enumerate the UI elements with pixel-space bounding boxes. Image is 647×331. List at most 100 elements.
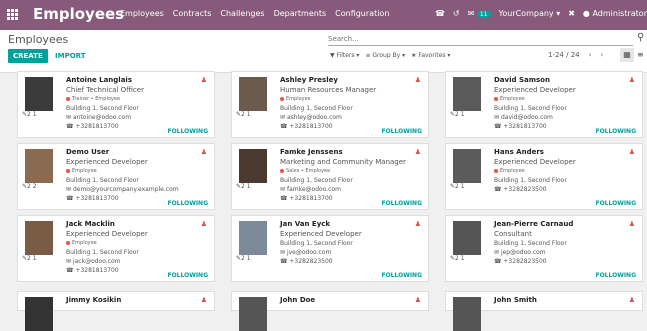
user-avatar-icon: ● xyxy=(582,9,590,18)
search-icon[interactable]: ⚲ xyxy=(637,32,644,43)
favorites-dropdown[interactable]: ★ Favorites ▾ xyxy=(411,52,450,59)
employee-photo[interactable] xyxy=(453,221,481,255)
employee-name[interactable]: Famke Jenssens xyxy=(280,148,420,157)
employee-photo[interactable] xyxy=(239,297,267,331)
menu-contracts[interactable]: Contracts xyxy=(173,9,212,18)
employee-photo[interactable] xyxy=(453,297,481,331)
employee-photo[interactable] xyxy=(25,221,53,255)
employee-email: ✉ david@odoo.com xyxy=(494,113,634,122)
phone-icon[interactable]: ☎ xyxy=(435,9,445,18)
following-button[interactable]: FOLLOWING xyxy=(381,200,422,207)
employee-photo[interactable] xyxy=(453,149,481,183)
following-button[interactable]: FOLLOWING xyxy=(167,272,208,279)
employee-info: Demo User Experienced Developer Employee Bu… xyxy=(66,148,206,203)
systray: ☎ ↺ ✉ 11 YourCompany ▾ ✖ ● Administrator xyxy=(435,9,647,18)
employee-card[interactable]: ♟ Jean-Pierre Carnaud Consultant Building 1… xyxy=(445,215,643,282)
groupby-dropdown[interactable]: ≡ Group By ▾ xyxy=(365,52,405,59)
employee-card[interactable]: ♟ Ashley Presley Human Resources Manager Em… xyxy=(231,71,429,138)
employee-photo[interactable] xyxy=(239,77,267,111)
phone-icon: ☎ xyxy=(280,123,288,130)
employee-name[interactable]: Jan Van Eyck xyxy=(280,220,420,229)
employee-card[interactable]: ♟ David Samson Experienced Developer Employ… xyxy=(445,71,643,138)
employee-phone-text: +3281813700 xyxy=(289,195,333,202)
employee-email: ✉ jep@odoo.com xyxy=(494,248,634,257)
employee-photo[interactable] xyxy=(25,149,53,183)
employee-card[interactable]: ♟ Demo User Experienced Developer Employee B… xyxy=(17,143,215,210)
menu-configuration[interactable]: Configuration xyxy=(335,9,389,18)
following-button[interactable]: FOLLOWING xyxy=(595,272,636,279)
phone-icon: ☎ xyxy=(494,123,502,130)
following-button[interactable]: FOLLOWING xyxy=(595,200,636,207)
app-grid-icon[interactable] xyxy=(7,9,18,20)
message-counters: ✎2 1 xyxy=(450,111,465,118)
counters-text: 2 2 xyxy=(27,183,37,190)
employee-name[interactable]: David Samson xyxy=(494,76,634,85)
message-counters: ✎2 2 xyxy=(22,183,37,190)
employee-photo[interactable] xyxy=(239,221,267,255)
employee-job-title: Chief Technical Officer xyxy=(66,86,144,94)
employee-card[interactable]: ♟ Jimmy Kosikin xyxy=(17,291,215,331)
following-button[interactable]: FOLLOWING xyxy=(381,128,422,135)
following-button[interactable]: FOLLOWING xyxy=(595,128,636,135)
employee-photo[interactable] xyxy=(25,297,53,331)
email-icon: ✉ xyxy=(280,249,286,256)
chat-icon[interactable]: ✉ 11 xyxy=(468,9,491,18)
employee-email: ✉ demo@yourcompany.example.com xyxy=(66,185,206,194)
employee-name[interactable]: Demo User xyxy=(66,148,206,157)
employee-name[interactable]: Ashley Presley xyxy=(280,76,420,85)
employee-email-text: demo@yourcompany.example.com xyxy=(72,186,179,193)
email-icon: ✉ xyxy=(494,114,500,121)
employee-card[interactable]: ♟ John Smith xyxy=(445,291,643,331)
employee-name[interactable]: Antoine Langlais xyxy=(66,76,206,85)
employee-photo[interactable] xyxy=(25,77,53,111)
menu-departments[interactable]: Departments xyxy=(274,9,327,18)
following-button[interactable]: FOLLOWING xyxy=(381,272,422,279)
user-menu[interactable]: ● Administrator xyxy=(583,9,647,18)
employee-card[interactable]: ♟ Famke Jenssens Marketing and Community M… xyxy=(231,143,429,210)
employee-name[interactable]: Jack Macklin xyxy=(66,220,206,229)
employee-card[interactable]: ♟ Antoine Langlais Chief Technical Officer… xyxy=(17,71,215,138)
menu-challenges[interactable]: Challenges xyxy=(220,9,264,18)
employee-card[interactable]: ♟ John Doe xyxy=(231,291,429,331)
following-button[interactable]: FOLLOWING xyxy=(167,200,208,207)
phone-icon: ☎ xyxy=(280,258,288,265)
filters-dropdown[interactable]: ▼ Filters ▾ xyxy=(330,52,359,59)
employee-tags: Employee xyxy=(280,95,420,104)
employee-tags-text: Employee xyxy=(500,168,525,174)
employee-photo[interactable] xyxy=(453,77,481,111)
employee-email-text: antoine@odoo.com xyxy=(72,114,132,121)
pager-previous-icon[interactable]: ‹ xyxy=(589,51,592,59)
employee-photo[interactable] xyxy=(239,149,267,183)
pager-value[interactable]: 1-24 / 24 xyxy=(548,51,580,59)
employee-email: ✉ jve@odoo.com xyxy=(280,248,420,257)
company-switcher[interactable]: YourCompany ▾ xyxy=(499,9,561,18)
employee-info: Famke Jenssens Marketing and Community Ma… xyxy=(280,148,420,203)
employee-card[interactable]: ♟ Jack Macklin Experienced Developer Employ… xyxy=(17,215,215,282)
employee-name[interactable]: Hans Anders xyxy=(494,148,634,157)
employee-tags-text: Employee xyxy=(500,96,525,102)
search-input[interactable] xyxy=(328,33,633,46)
tag-color-dot xyxy=(494,96,498,101)
employee-card[interactable]: ♟ Jan Van Eyck Experienced Developer Buildi… xyxy=(231,215,429,282)
tag-color-dot xyxy=(66,96,70,101)
employee-location: Building 1, Second Floor xyxy=(494,240,567,247)
debug-icon[interactable]: ✖ xyxy=(568,9,575,18)
pager-next-icon[interactable]: › xyxy=(600,51,603,59)
main-menu: Employees Contracts Challenges Departmen… xyxy=(120,9,389,18)
employee-location: Building 1, Second Floor xyxy=(66,105,139,112)
app-title[interactable]: Employees xyxy=(33,5,124,23)
employee-name[interactable]: Jean-Pierre Carnaud xyxy=(494,220,634,229)
create-button[interactable]: CREATE xyxy=(8,49,48,63)
menu-employees[interactable]: Employees xyxy=(120,9,164,18)
activity-icon[interactable]: ↺ xyxy=(453,9,460,18)
following-button[interactable]: FOLLOWING xyxy=(167,128,208,135)
kanban-view-icon[interactable]: ▦ xyxy=(620,48,634,62)
import-button[interactable]: IMPORT xyxy=(55,49,86,63)
employee-location: Building 1, Second Floor xyxy=(66,249,139,256)
email-icon: ✉ xyxy=(280,186,286,193)
counters-text: 2 1 xyxy=(241,255,251,262)
email-icon: ✉ xyxy=(494,249,500,256)
employee-tags: Employee xyxy=(66,167,206,176)
list-view-icon[interactable]: ≡ xyxy=(637,48,647,62)
employee-card[interactable]: ♟ Hans Anders Experienced Developer Employe… xyxy=(445,143,643,210)
